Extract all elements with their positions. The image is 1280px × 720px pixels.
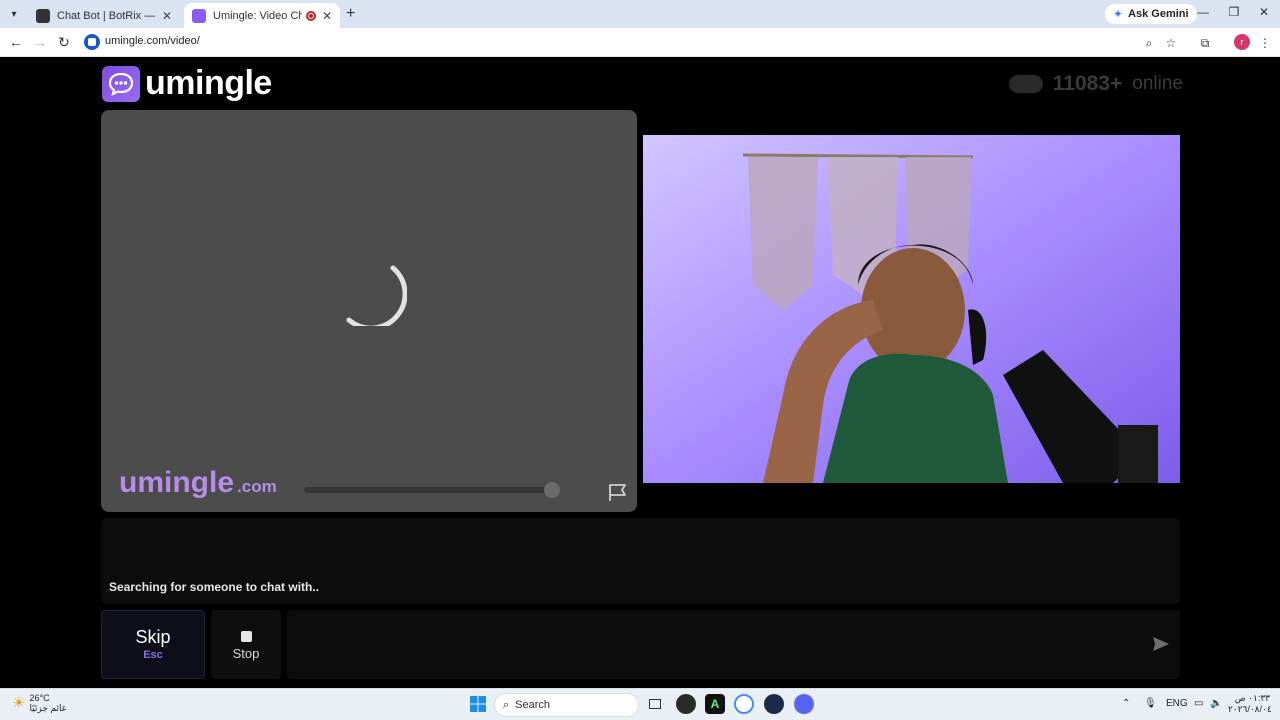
gemini-sparkle-icon: ✦ bbox=[1113, 7, 1124, 21]
skip-button[interactable]: Skip Esc bbox=[101, 610, 205, 679]
umingle-watermark: umingle .com bbox=[119, 466, 277, 500]
close-tab-icon[interactable]: ✕ bbox=[322, 9, 332, 23]
profile-avatar[interactable]: r bbox=[1234, 34, 1250, 50]
watermark-text: umingle bbox=[119, 466, 235, 499]
bookmark-star-icon[interactable]: ☆ bbox=[1162, 34, 1180, 52]
clock-date: ٢٠٢٦/٠٨/٠٤ bbox=[1228, 704, 1272, 714]
app-icon-dark[interactable] bbox=[676, 694, 696, 714]
app-icon-terminal[interactable]: A bbox=[705, 694, 725, 714]
send-icon[interactable] bbox=[1152, 636, 1170, 652]
volume-icon[interactable]: 🔈 bbox=[1210, 698, 1222, 709]
browser-toolbar: ← → ↻ umingle.com/video/ ⌕ ☆ ⧉ r ⋮ bbox=[0, 28, 1280, 57]
skip-shortcut: Esc bbox=[143, 649, 163, 661]
online-count: 11083+ bbox=[1052, 72, 1123, 95]
windows-start-icon[interactable] bbox=[468, 694, 488, 714]
webcam-feed-image bbox=[643, 135, 1180, 483]
message-input[interactable] bbox=[287, 610, 1180, 679]
weather-temperature: 26°C bbox=[29, 693, 50, 703]
online-toggle[interactable] bbox=[1008, 75, 1043, 93]
tab-title: Umingle: Video Chat with Strangers bbox=[213, 9, 302, 22]
volume-slider-handle[interactable] bbox=[544, 482, 560, 498]
weather-widget[interactable]: ☀ 26°C غائم جزئيًا bbox=[12, 693, 66, 713]
address-bar[interactable]: umingle.com/video/ bbox=[105, 35, 200, 47]
back-arrow-icon[interactable]: ← bbox=[6, 33, 26, 51]
site-info-icon[interactable] bbox=[84, 34, 100, 50]
stop-label: Stop bbox=[232, 646, 260, 661]
close-tab-icon[interactable]: ✕ bbox=[162, 9, 172, 23]
zoom-icon[interactable]: ⌕ bbox=[1140, 34, 1158, 52]
stop-button[interactable]: Stop bbox=[211, 610, 281, 679]
logo-wordmark: umingle bbox=[145, 64, 272, 102]
extensions-icon[interactable]: ⧉ bbox=[1196, 34, 1214, 52]
tab-search-dropdown-icon[interactable]: ▾ bbox=[5, 5, 23, 23]
reload-icon[interactable]: ↻ bbox=[54, 33, 74, 51]
windows-taskbar: ☀ 26°C غائم جزئيًا ⌕ Search A ⌃ 🎙 ENG ▭ … bbox=[0, 688, 1280, 720]
browser-tab-botrix[interactable]: Chat Bot | BotRix — Cloud Stream ✕ bbox=[28, 3, 180, 28]
weather-condition: غائم جزئيًا bbox=[29, 703, 67, 713]
task-view-icon[interactable] bbox=[645, 694, 665, 714]
browser-menu-icon[interactable]: ⋮ bbox=[1256, 34, 1274, 52]
skip-label: Skip bbox=[135, 627, 171, 647]
umingle-favicon-icon bbox=[192, 8, 206, 23]
network-icon[interactable]: ▭ bbox=[1194, 698, 1203, 709]
chat-log: Searching for someone to chat with.. bbox=[101, 518, 1180, 604]
discord-icon[interactable] bbox=[794, 694, 814, 714]
restore-window-icon[interactable]: ❐ bbox=[1224, 5, 1244, 23]
close-window-icon[interactable]: ✕ bbox=[1254, 5, 1274, 23]
clock-time: ٠١:٣٣ ص bbox=[1234, 693, 1270, 703]
stop-square-icon bbox=[240, 631, 252, 642]
volume-slider-track[interactable] bbox=[304, 487, 556, 493]
ask-gemini-label: Ask Gemini bbox=[1128, 8, 1189, 20]
search-status-text: Searching for someone to chat with.. bbox=[109, 580, 320, 594]
search-icon: ⌕ bbox=[503, 698, 510, 711]
ask-gemini-button[interactable]: ✦ Ask Gemini bbox=[1105, 4, 1197, 24]
taskbar-search-label: Search bbox=[515, 699, 551, 711]
umingle-page: umingle 11083+ online umingle .com Searc… bbox=[0, 58, 1280, 688]
browser-tab-strip: ▾ Chat Bot | BotRix — Cloud Stream ✕ Umi… bbox=[0, 0, 1280, 28]
browser-tab-umingle[interactable]: Umingle: Video Chat with Strangers ✕ bbox=[184, 3, 340, 28]
online-label: online bbox=[1132, 73, 1183, 94]
partly-cloudy-icon: ☀ bbox=[12, 695, 26, 712]
stranger-video-panel: umingle .com bbox=[101, 110, 637, 512]
show-hidden-icons-icon[interactable]: ⌃ bbox=[1122, 698, 1130, 709]
chrome-icon[interactable] bbox=[734, 694, 754, 714]
watermark-domain: .com bbox=[237, 477, 277, 496]
botrix-favicon-icon bbox=[36, 8, 50, 23]
tab-title: Chat Bot | BotRix — Cloud Stream bbox=[57, 9, 156, 22]
taskbar-search[interactable]: ⌕ Search bbox=[494, 693, 639, 717]
input-language[interactable]: ENG bbox=[1166, 698, 1188, 709]
report-flag-icon[interactable] bbox=[607, 482, 629, 502]
self-camera-video bbox=[643, 135, 1180, 483]
loading-spinner bbox=[346, 265, 407, 326]
steam-icon[interactable] bbox=[764, 694, 784, 714]
system-clock[interactable]: ٠١:٣٣ ص ٢٠٢٦/٠٨/٠٤ bbox=[1228, 693, 1272, 715]
new-tab-button[interactable]: + bbox=[346, 5, 355, 23]
umingle-logo[interactable]: umingle bbox=[102, 64, 272, 103]
forward-arrow-icon[interactable]: → bbox=[30, 33, 50, 51]
minimize-window-icon[interactable]: — bbox=[1193, 5, 1213, 23]
chat-bubble-logo-icon bbox=[102, 65, 140, 102]
recording-icon bbox=[305, 10, 316, 21]
online-counter: 11083+ online bbox=[1008, 72, 1183, 96]
microphone-icon[interactable]: 🎙 bbox=[1144, 698, 1157, 709]
